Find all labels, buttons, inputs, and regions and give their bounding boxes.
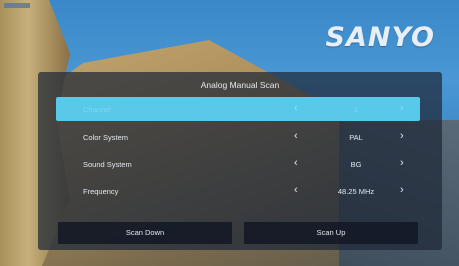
- row-value: PAL: [349, 133, 363, 142]
- row-label: Frequency: [83, 187, 119, 196]
- corner-indicator: [4, 3, 30, 8]
- chevron-left-icon[interactable]: ‹: [294, 102, 298, 114]
- analog-manual-scan-dialog: Analog Manual Scan Channel ‹ 1 › Color S…: [38, 72, 442, 250]
- brand-logo: SANYO: [325, 22, 435, 53]
- row-label: Sound System: [83, 160, 132, 169]
- row-value: BG: [350, 160, 362, 169]
- scan-up-button[interactable]: Scan Up: [244, 222, 418, 244]
- row-frequency[interactable]: Frequency ‹ 48.25 MHz ›: [56, 179, 420, 203]
- row-value: 48.25 MHz: [337, 187, 375, 196]
- row-color-system[interactable]: Color System ‹ PAL ›: [56, 125, 420, 149]
- row-channel[interactable]: Channel ‹ 1 ›: [56, 97, 420, 121]
- chevron-right-icon[interactable]: ›: [400, 184, 404, 196]
- chevron-left-icon[interactable]: ‹: [294, 130, 298, 142]
- row-label: Channel: [83, 105, 111, 114]
- row-sound-system[interactable]: Sound System ‹ BG ›: [56, 152, 420, 176]
- row-value: 1: [353, 105, 359, 114]
- dialog-title: Analog Manual Scan: [200, 80, 280, 90]
- row-label: Color System: [83, 133, 129, 142]
- chevron-left-icon[interactable]: ‹: [294, 157, 298, 169]
- chevron-left-icon[interactable]: ‹: [294, 184, 298, 196]
- scan-down-button[interactable]: Scan Down: [58, 222, 232, 244]
- chevron-right-icon[interactable]: ›: [400, 102, 404, 114]
- chevron-right-icon[interactable]: ›: [400, 157, 404, 169]
- chevron-right-icon[interactable]: ›: [400, 130, 404, 142]
